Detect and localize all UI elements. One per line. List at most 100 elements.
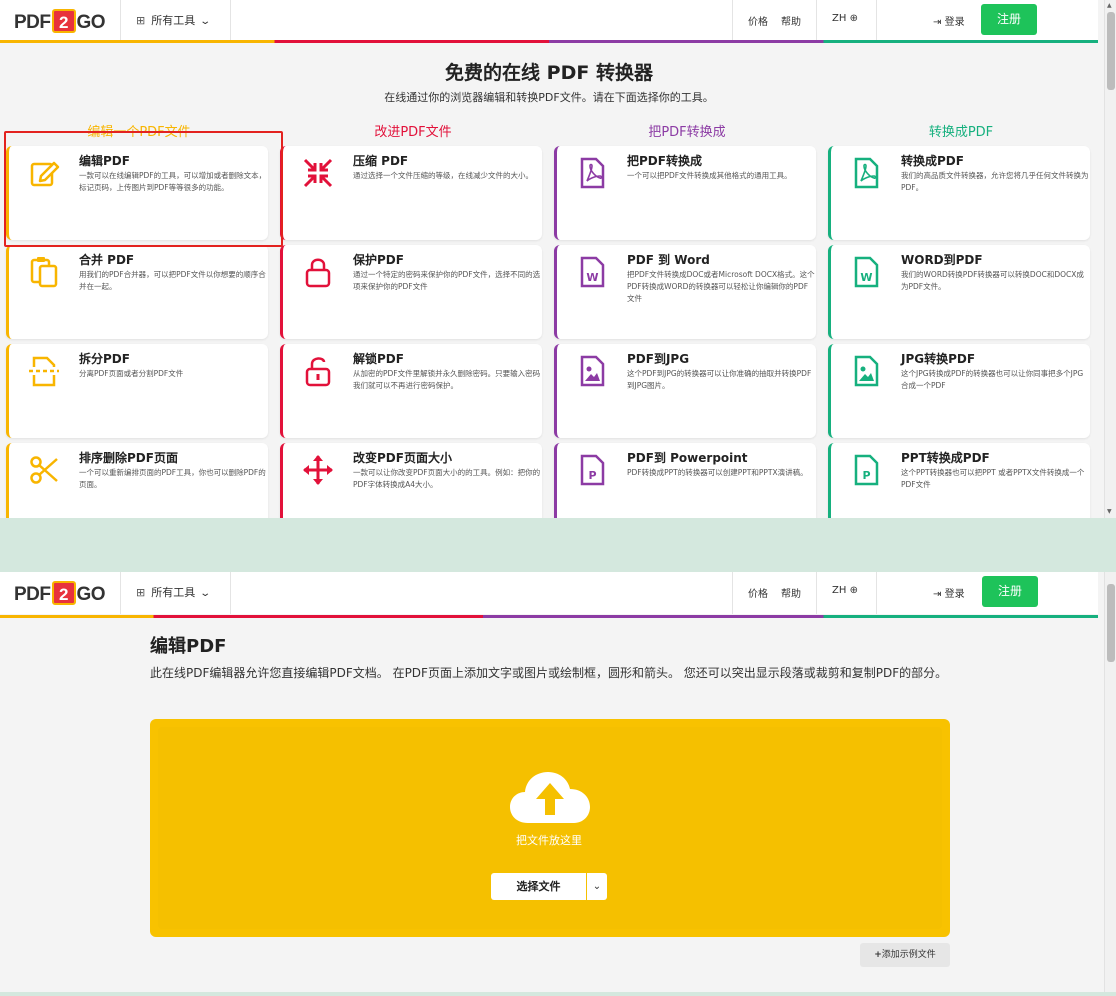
top-navbar: PDF 2 GO ⊞ 所有工具 ⌄ 价格 帮助 ZH ⊕ ⇥ 登录 注册 xyxy=(0,572,1098,618)
tool-card-title: 改变PDF页面大小 xyxy=(353,451,452,465)
all-tools-dropdown[interactable]: ⊞ 所有工具 ⌄ xyxy=(136,12,212,28)
tools-overview-window: PDF 2 GO ⊞ 所有工具 ⌄ 价格 帮助 ZH ⊕ ⇥ 登录 注册 免费的在线 P… xyxy=(0,0,1116,518)
lock-icon xyxy=(301,255,335,289)
tool-card-title: 保护PDF xyxy=(353,253,404,267)
scrollbar-thumb[interactable] xyxy=(1107,584,1115,662)
tool-card[interactable]: 合并 PDF 用我们的PDF合并器，可以把PDF文件以你想要的顺序合并在一起。 xyxy=(6,245,268,339)
tool-card-title: 合并 PDF xyxy=(79,253,135,267)
tool-card-title: 解锁PDF xyxy=(353,352,404,366)
tool-card[interactable]: 解锁PDF 从加密的PDF文件里解锁并永久删除密码。只要输入密码我们就可以不再进行… xyxy=(280,344,542,438)
logo-text-pdf: PDF xyxy=(14,12,51,33)
nav-divider xyxy=(120,0,121,42)
login-link[interactable]: ⇥ 登录 xyxy=(933,13,965,28)
pricing-link[interactable]: 价格 xyxy=(748,585,768,600)
tool-card-description: 从加密的PDF文件里解锁并永久删除密码。只要输入密码我们就可以不再进行密码保护。 xyxy=(353,369,541,390)
tool-card-title: PDF到JPG xyxy=(627,352,690,366)
chevron-down-icon: ⌄ xyxy=(199,588,212,599)
resize-icon xyxy=(301,453,335,487)
language-switcher[interactable]: ZH ⊕ xyxy=(832,13,858,24)
tool-card[interactable]: 把PDF转换成一个可以把PDF文件转换成其他格式的通用工具。 xyxy=(554,146,816,240)
scroll-down-arrow[interactable]: ▼ xyxy=(1107,508,1112,515)
image-file-icon xyxy=(849,354,883,388)
split-icon xyxy=(27,354,61,388)
column-heading-convert-to: 转换成PDF xyxy=(928,125,994,140)
plus-icon: + xyxy=(874,950,882,960)
scissors-icon xyxy=(27,453,61,487)
pdf2go-logo[interactable]: PDF 2 GO xyxy=(14,9,106,33)
tool-card-title: WORD到PDF xyxy=(901,253,983,267)
tool-card-description: 这个PDF到JPG的转换器可以让你准确的抽取并转换PDF到JPG图片。 xyxy=(627,369,812,390)
language-switcher[interactable]: ZH ⊕ xyxy=(832,585,858,596)
all-tools-label: 所有工具 xyxy=(151,14,196,27)
pricing-link[interactable]: 价格 xyxy=(748,13,768,28)
tool-card[interactable]: W PDF 到 Word 把PDF文件转换成DOC或者Microsoft DOCX格… xyxy=(554,245,816,339)
tool-card-title: 压缩 PDF xyxy=(353,154,409,168)
logo-text-go: GO xyxy=(76,12,106,33)
tool-card-description: 通过选择一个文件压缩的等级，在线减少文件的大小。 xyxy=(353,171,533,180)
page-scrollbar[interactable] xyxy=(1104,572,1116,992)
selection-highlight xyxy=(4,131,283,247)
tool-card[interactable]: 转换成PDF 我们的高品质文件转换器，允许您将几乎任何文件转换为PDF。 xyxy=(828,146,1090,240)
logo-text-pdf: PDF xyxy=(14,584,51,605)
tool-card-description: 一个可以重新编排页面的PDF工具，你也可以删除PDF的页面。 xyxy=(79,468,266,489)
nav-divider xyxy=(120,572,121,614)
tool-card[interactable]: 保护PDF 通过一个特定的密码来保护你的PDF文件，选择不同的选项来保护你的PDF… xyxy=(280,245,542,339)
choose-file-button[interactable]: 选择文件 xyxy=(491,873,586,900)
tool-card[interactable]: P PPT转换成PDF 这个PPT转换器也可以把PPT 或者PPTX文件转换成一个P… xyxy=(828,443,1090,518)
page-scrollbar[interactable]: ▲ ▼ xyxy=(1104,0,1116,518)
tool-card-title: PPT转换成PDF xyxy=(901,451,990,465)
tool-card-description: 我们的高品质文件转换器，允许您将几乎任何文件转换为PDF。 xyxy=(901,171,1089,192)
column-heading-improve: 改进PDF文件 xyxy=(374,125,452,140)
login-icon: ⇥ xyxy=(933,589,942,600)
tool-card[interactable]: P PDF到 Powerpoint PDF转换成PPT的转换器可以创建PPT和PPT… xyxy=(554,443,816,518)
tool-card-title: 排序删除PDF页面 xyxy=(79,451,178,465)
tool-card-description: 一个可以把PDF文件转换成其他格式的通用工具。 xyxy=(627,171,792,180)
nav-divider xyxy=(876,0,877,42)
tool-card-title: PDF到 Powerpoint xyxy=(627,451,748,465)
unlock-icon xyxy=(301,354,335,388)
scroll-up-arrow[interactable]: ▲ xyxy=(1107,2,1112,9)
editor-title: 编辑PDF xyxy=(150,636,227,657)
login-label: 登录 xyxy=(944,17,965,28)
tool-card-title: 把PDF转换成 xyxy=(627,154,702,168)
all-tools-dropdown[interactable]: ⊞ 所有工具 ⌄ xyxy=(136,584,212,600)
tool-card[interactable]: 拆分PDF 分离PDF页面或者分割PDF文件 xyxy=(6,344,268,438)
pdf2go-logo[interactable]: PDF 2 GO xyxy=(14,581,106,605)
signup-button[interactable]: 注册 xyxy=(982,576,1038,607)
cloud-upload-icon xyxy=(510,772,590,823)
color-strip xyxy=(0,615,1098,618)
tool-card[interactable]: JPG转换PDF 这个JPG转换成PDF的转换器也可以让你同事把多个JPG合成一个… xyxy=(828,344,1090,438)
help-link[interactable]: 帮助 xyxy=(781,585,801,600)
tool-card-description: 分离PDF页面或者分割PDF文件 xyxy=(79,369,184,378)
nav-divider xyxy=(230,0,231,42)
tool-card[interactable]: 改变PDF页面大小 一款可以让你改变PDF页面大小的的工具。例如：把你的PDF字体… xyxy=(280,443,542,518)
grid-icon: ⊞ xyxy=(136,586,146,599)
page-title: 免费的在线 PDF 转换器 xyxy=(445,62,653,84)
login-icon: ⇥ xyxy=(933,17,942,28)
tool-card[interactable]: 排序删除PDF页面一个可以重新编排页面的PDF工具，你也可以删除PDF的页面。 xyxy=(6,443,268,518)
svg-text:P: P xyxy=(588,469,596,482)
login-link[interactable]: ⇥ 登录 xyxy=(933,585,965,600)
tool-card-description: 把PDF文件转换成DOC或者Microsoft DOCX格式。这个PDF转换成W… xyxy=(627,270,815,303)
drop-hint-text: 把文件放这里 xyxy=(516,834,582,847)
scrollbar-thumb[interactable] xyxy=(1107,12,1115,90)
tool-card-description: 这个JPG转换成PDF的转换器也可以让你同事把多个JPG合成一个PDF xyxy=(901,369,1084,390)
tool-card-description: 我们的WORD转换PDF转换器可以转换DOC和DOCX成为PDF文件。 xyxy=(901,270,1084,291)
edit-pdf-window: PDF 2 GO ⊞ 所有工具 ⌄ 价格 帮助 ZH ⊕ ⇥ 登录 注册 编辑PDF 此… xyxy=(0,572,1116,992)
tool-card[interactable]: 压缩 PDF 通过选择一个文件压缩的等级，在线减少文件的大小。 xyxy=(280,146,542,240)
all-tools-label: 所有工具 xyxy=(151,586,196,599)
chevron-down-icon: ⌄ xyxy=(199,16,212,27)
image-file-icon xyxy=(575,354,609,388)
globe-icon: ⊕ xyxy=(849,585,858,596)
chevron-down-icon: ⌄ xyxy=(592,881,602,892)
add-example-file-button[interactable]: +添加示例文件 xyxy=(860,943,950,967)
help-link[interactable]: 帮助 xyxy=(781,13,801,28)
pdf-file-icon xyxy=(575,156,609,190)
choose-source-dropdown[interactable]: ⌄ xyxy=(587,873,607,900)
signup-button[interactable]: 注册 xyxy=(981,4,1037,35)
tool-card-description: 通过一个特定的密码来保护你的PDF文件，选择不同的选项来保护你的PDF文件 xyxy=(353,270,541,291)
tool-card[interactable]: W WORD到PDF 我们的WORD转换PDF转换器可以转换DOC和DOCX成为PD… xyxy=(828,245,1090,339)
tool-card[interactable]: PDF到JPG 这个PDF到JPG的转换器可以让你准确的抽取并转换PDF到JPG图… xyxy=(554,344,816,438)
tool-card-description: PDF转换成PPT的转换器可以创建PPT和PPTX演讲稿。 xyxy=(627,468,808,477)
svg-text:P: P xyxy=(862,469,870,482)
